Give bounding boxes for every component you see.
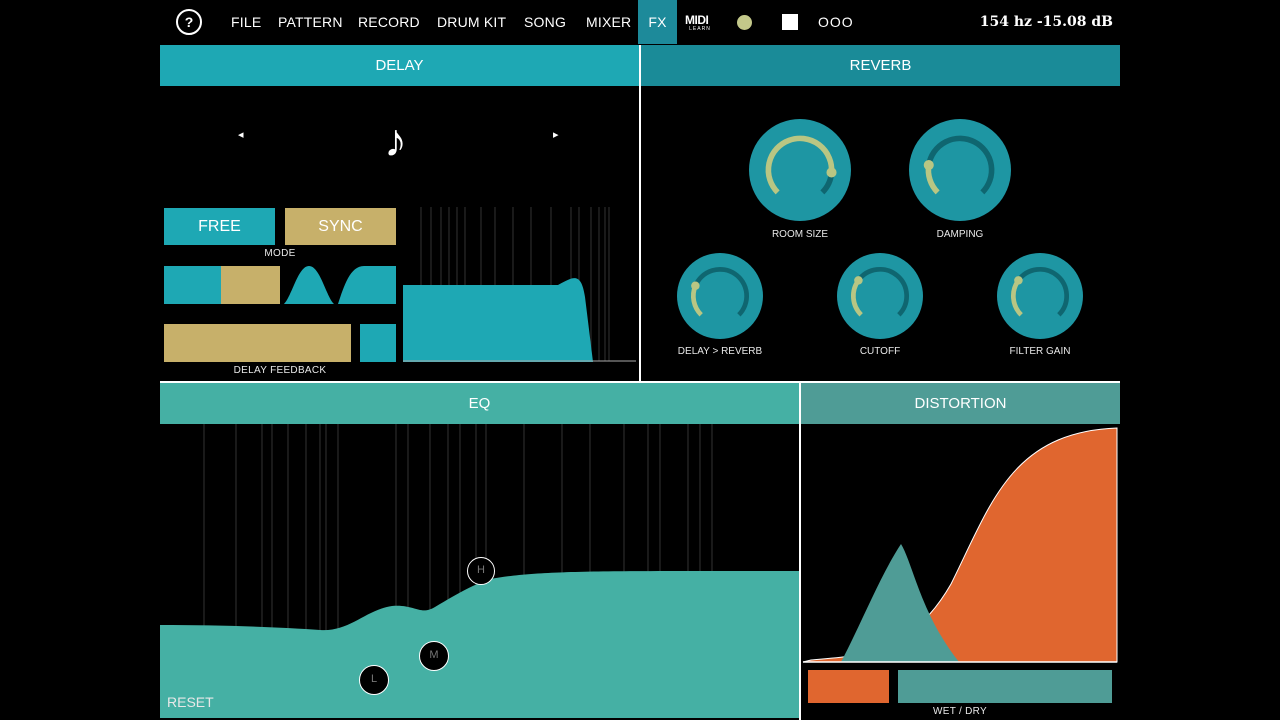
distortion-drive-bar[interactable] [808, 670, 889, 703]
delay-waveform-selector[interactable] [164, 266, 396, 304]
delay-feedback-toggle[interactable] [360, 324, 396, 362]
midi-learn-button[interactable]: MIDI LEARN [685, 14, 715, 34]
distortion-drive-shape [802, 427, 1118, 663]
play-dot-icon[interactable] [737, 15, 752, 30]
distortion-curve [802, 427, 1118, 663]
wet-dry-slider[interactable] [898, 670, 1112, 703]
eq-high-handle[interactable]: H [467, 557, 495, 585]
reverb-header: REVERB [641, 45, 1120, 86]
delay-visualizer [403, 207, 636, 362]
cutoff-knob[interactable] [837, 253, 923, 339]
wet-dry-label: WET / DRY [932, 706, 987, 717]
midi-learn-label: LEARN [689, 26, 711, 32]
mode-sync-button[interactable]: SYNC [285, 208, 396, 245]
mode-free-button[interactable]: FREE [164, 208, 275, 245]
damping-label: DAMPING [936, 229, 984, 240]
eq-low-handle[interactable]: L [359, 665, 389, 695]
room-size-label: ROOM SIZE [771, 229, 829, 240]
filter-gain-knob[interactable] [997, 253, 1083, 339]
top-menu-bar: ? FILE PATTERN RECORD DRUM KIT SONG MIXE… [0, 0, 1280, 44]
room-size-knob[interactable] [749, 119, 851, 221]
menu-mixer[interactable]: MIXER [586, 0, 631, 44]
panel-divider [639, 45, 641, 382]
delay-feedback-slider[interactable] [164, 324, 351, 362]
filter-gain-label: FILTER GAIN [1009, 346, 1071, 357]
cutoff-label: CUTOFF [859, 346, 901, 357]
menu-fx[interactable]: FX [638, 0, 677, 44]
midi-icon: MIDI [685, 13, 709, 27]
eq-header: EQ [160, 383, 799, 424]
delay-feedback-label: DELAY FEEDBACK [233, 365, 327, 376]
stop-icon[interactable] [782, 14, 798, 30]
damping-knob[interactable] [909, 119, 1011, 221]
next-note-arrow[interactable]: ▸ [553, 128, 559, 141]
frequency-db-readout: 154 hz -15.08 dB [979, 14, 1113, 30]
eq-reset-button[interactable]: RESET [167, 694, 214, 710]
eq-mid-handle[interactable]: M [419, 641, 449, 671]
menu-pattern[interactable]: PATTERN [278, 0, 343, 44]
delay-reverb-knob[interactable] [677, 253, 763, 339]
delay-header: DELAY [160, 45, 639, 86]
delay-envelope [403, 278, 593, 362]
menu-song[interactable]: SONG [524, 0, 566, 44]
prev-note-arrow[interactable]: ◂ [238, 128, 244, 141]
delay-reverb-label: DELAY > REVERB [677, 346, 763, 357]
eq-curve [160, 570, 799, 718]
distortion-header: DISTORTION [801, 383, 1120, 424]
more-options-button[interactable]: OOO [818, 0, 854, 44]
note-value-icon: ♪ [384, 114, 407, 166]
menu-record[interactable]: RECORD [358, 0, 420, 44]
help-button[interactable]: ? [176, 9, 202, 35]
mode-label: MODE [264, 248, 296, 259]
menu-file[interactable]: FILE [231, 0, 261, 44]
menu-drum-kit[interactable]: DRUM KIT [437, 0, 506, 44]
